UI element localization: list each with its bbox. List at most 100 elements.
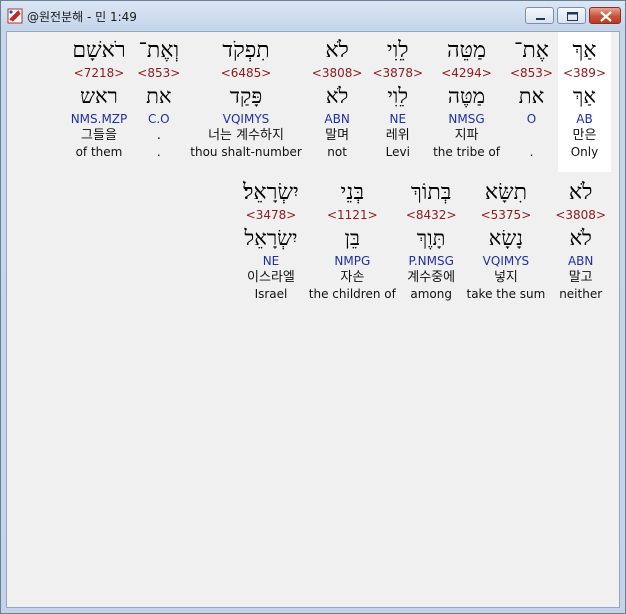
korean-gloss: 이스라엘 bbox=[247, 270, 295, 285]
hebrew-word: יִשְׂרָאֵל׃ bbox=[243, 180, 299, 205]
word-column[interactable]: לֵוִי <3878> לֵוִי NE 레위 Levi bbox=[367, 32, 428, 172]
word-column[interactable]: תִפְקֹד <6485> פָּקַד VQIMYS 너는 계수하지 thou sha… bbox=[185, 32, 307, 172]
hebrew-lemma: לֹא bbox=[569, 226, 592, 250]
strong-number: <853> bbox=[509, 66, 553, 80]
korean-gloss: . bbox=[156, 128, 161, 143]
korean-gloss: 너는 계수하지 bbox=[208, 128, 284, 143]
strong-number: <3478> bbox=[245, 208, 297, 222]
korean-gloss: 자손 bbox=[340, 270, 365, 285]
minimize-icon bbox=[536, 18, 545, 20]
korean-gloss: 그들을 bbox=[81, 128, 117, 143]
parsing-code: O bbox=[526, 112, 537, 126]
word-column[interactable]: תִשָּׂא <5375> נָשָׂא VQIMYS 넣지 take the sum bbox=[462, 174, 551, 314]
parsing-code: AB bbox=[576, 112, 593, 126]
english-gloss: Israel bbox=[254, 287, 288, 301]
word-column[interactable]: מַטֵּה <4294> מַטֶּה NMSG 지파 the tribe of bbox=[428, 32, 505, 172]
interlinear-view: אַךְ <389> אַךְ AB 만은 Only אֶת־ <853> את O . מַטֵּ… bbox=[6, 31, 620, 608]
english-gloss: . bbox=[529, 145, 534, 159]
maximize-icon bbox=[567, 12, 578, 21]
close-icon bbox=[600, 11, 612, 22]
hebrew-lemma: אַךְ bbox=[573, 84, 596, 108]
strong-number: <6485> bbox=[220, 66, 272, 80]
hebrew-word: מַטֵּה bbox=[447, 38, 487, 63]
parsing-code: VQIMYS bbox=[222, 112, 270, 126]
parsing-code: NMSG bbox=[448, 112, 485, 126]
word-column[interactable]: רֹאשָׁם <7218> ראש NMS.MZP 그들을 of them bbox=[66, 32, 133, 172]
parsing-code: NE bbox=[389, 112, 407, 126]
hebrew-lemma: יִשְׂרָאֵל bbox=[244, 226, 298, 250]
parsing-code: VQIMYS bbox=[482, 254, 530, 268]
close-button[interactable] bbox=[589, 7, 621, 24]
hebrew-word: אַךְ bbox=[572, 38, 597, 63]
parsing-code: NMPG bbox=[334, 254, 371, 268]
word-column[interactable]: אֶת־ <853> את O . bbox=[505, 32, 558, 172]
hebrew-lemma: את bbox=[518, 84, 545, 108]
hebrew-lemma: מַטֶּה bbox=[447, 84, 486, 108]
hebrew-word: לֹא bbox=[325, 38, 349, 63]
english-gloss: take the sum bbox=[466, 287, 546, 301]
hebrew-word: תִפְקֹד bbox=[222, 38, 270, 63]
hebrew-word: בְּתוֹךְ bbox=[410, 180, 452, 205]
hebrew-word: רֹאשָׁם bbox=[72, 38, 126, 63]
strong-number: <1121> bbox=[326, 208, 378, 222]
parsing-code: ABN bbox=[324, 112, 350, 126]
parsing-code: NE bbox=[262, 254, 280, 268]
korean-gloss: 말며 bbox=[325, 128, 350, 143]
english-gloss: the children of bbox=[308, 287, 396, 301]
word-column[interactable]: לֹא <3808> לֹא ABN 말고 neither bbox=[550, 174, 611, 314]
english-gloss: Only bbox=[570, 145, 599, 159]
korean-gloss: 말고 bbox=[568, 270, 593, 285]
word-column[interactable]: וְאֶת־ <853> את C.O.. bbox=[132, 32, 185, 172]
strong-number: <3878> bbox=[372, 66, 424, 80]
maximize-button[interactable] bbox=[557, 7, 586, 24]
hebrew-lemma: נָשָׂא bbox=[488, 226, 524, 250]
english-gloss: of them bbox=[75, 145, 123, 159]
hebrew-lemma: את bbox=[146, 84, 172, 108]
hebrew-word: לֵוִי bbox=[386, 38, 409, 63]
hebrew-word: תִשָּׂא bbox=[484, 180, 528, 205]
english-gloss: thou shalt-number bbox=[190, 145, 302, 159]
word-column[interactable]: יִשְׂרָאֵל׃ <3478> יִשְׂרָאֵל NE 이스라엘 Israel bbox=[238, 174, 304, 314]
app-logo-icon bbox=[7, 8, 23, 24]
strong-number: <7218> bbox=[73, 66, 125, 80]
strong-number: <389> bbox=[562, 66, 606, 80]
word-column[interactable]: אַךְ <389> אַךְ AB 만은 Only bbox=[557, 32, 611, 172]
verse-row: לֹא <3808> לֹא ABN 말고 neither תִשָּׂא <5375> נָש… bbox=[7, 174, 619, 314]
english-gloss: among bbox=[410, 287, 452, 301]
hebrew-lemma: ראש bbox=[80, 84, 118, 108]
window-title: @원전분해 - 민 1:49 bbox=[27, 10, 137, 24]
hebrew-lemma: לֵוִי bbox=[387, 84, 409, 108]
hebrew-lemma: תָּוֶךְ bbox=[416, 226, 446, 250]
english-gloss: Levi bbox=[385, 145, 410, 159]
strong-number: <8432> bbox=[405, 208, 457, 222]
korean-gloss: 레위 bbox=[385, 128, 410, 143]
korean-gloss: 넣지 bbox=[493, 270, 518, 285]
english-gloss: . bbox=[156, 145, 161, 159]
korean-gloss bbox=[529, 127, 533, 145]
hebrew-word: אֶת־ bbox=[513, 38, 549, 63]
parsing-code: ABN bbox=[567, 254, 594, 268]
strong-number: <853> bbox=[137, 66, 181, 80]
word-column[interactable]: לֹא <3808> לֹא ABN 말며 not bbox=[307, 32, 368, 172]
hebrew-word: בְּנֵי bbox=[340, 180, 365, 205]
parsing-code: C.O bbox=[147, 112, 170, 126]
minimize-button[interactable] bbox=[525, 7, 554, 24]
parsing-code: NMS.MZP bbox=[70, 112, 128, 126]
parsing-code: P.NMSG bbox=[408, 254, 454, 268]
korean-gloss: 지파 bbox=[454, 128, 479, 143]
english-gloss: not bbox=[327, 145, 347, 159]
title-bar[interactable]: @원전분해 - 민 1:49 bbox=[1, 1, 625, 31]
strong-number: <3808> bbox=[311, 66, 363, 80]
korean-gloss: 만은 bbox=[572, 128, 597, 143]
hebrew-word: לֹא bbox=[568, 180, 593, 205]
word-column[interactable]: בְּתוֹךְ <8432> תָּוֶךְ P.NMSG 계수중에 among bbox=[401, 174, 462, 314]
strong-number: <3808> bbox=[555, 208, 606, 222]
word-column[interactable]: בְּנֵי <1121> בֵּן NMPG 자손 the children of bbox=[304, 174, 401, 314]
app-window: @원전분해 - 민 1:49 אַךְ <389> אַךְ AB 만은 Only אֶת־… bbox=[0, 0, 626, 614]
hebrew-lemma: בֵּן bbox=[344, 226, 361, 250]
hebrew-word: וְאֶת־ bbox=[138, 38, 180, 63]
hebrew-lemma: פָּקַד bbox=[229, 84, 263, 108]
english-gloss: the tribe of bbox=[433, 145, 500, 159]
korean-gloss: 계수중에 bbox=[407, 270, 456, 285]
strong-number: <4294> bbox=[441, 66, 492, 80]
